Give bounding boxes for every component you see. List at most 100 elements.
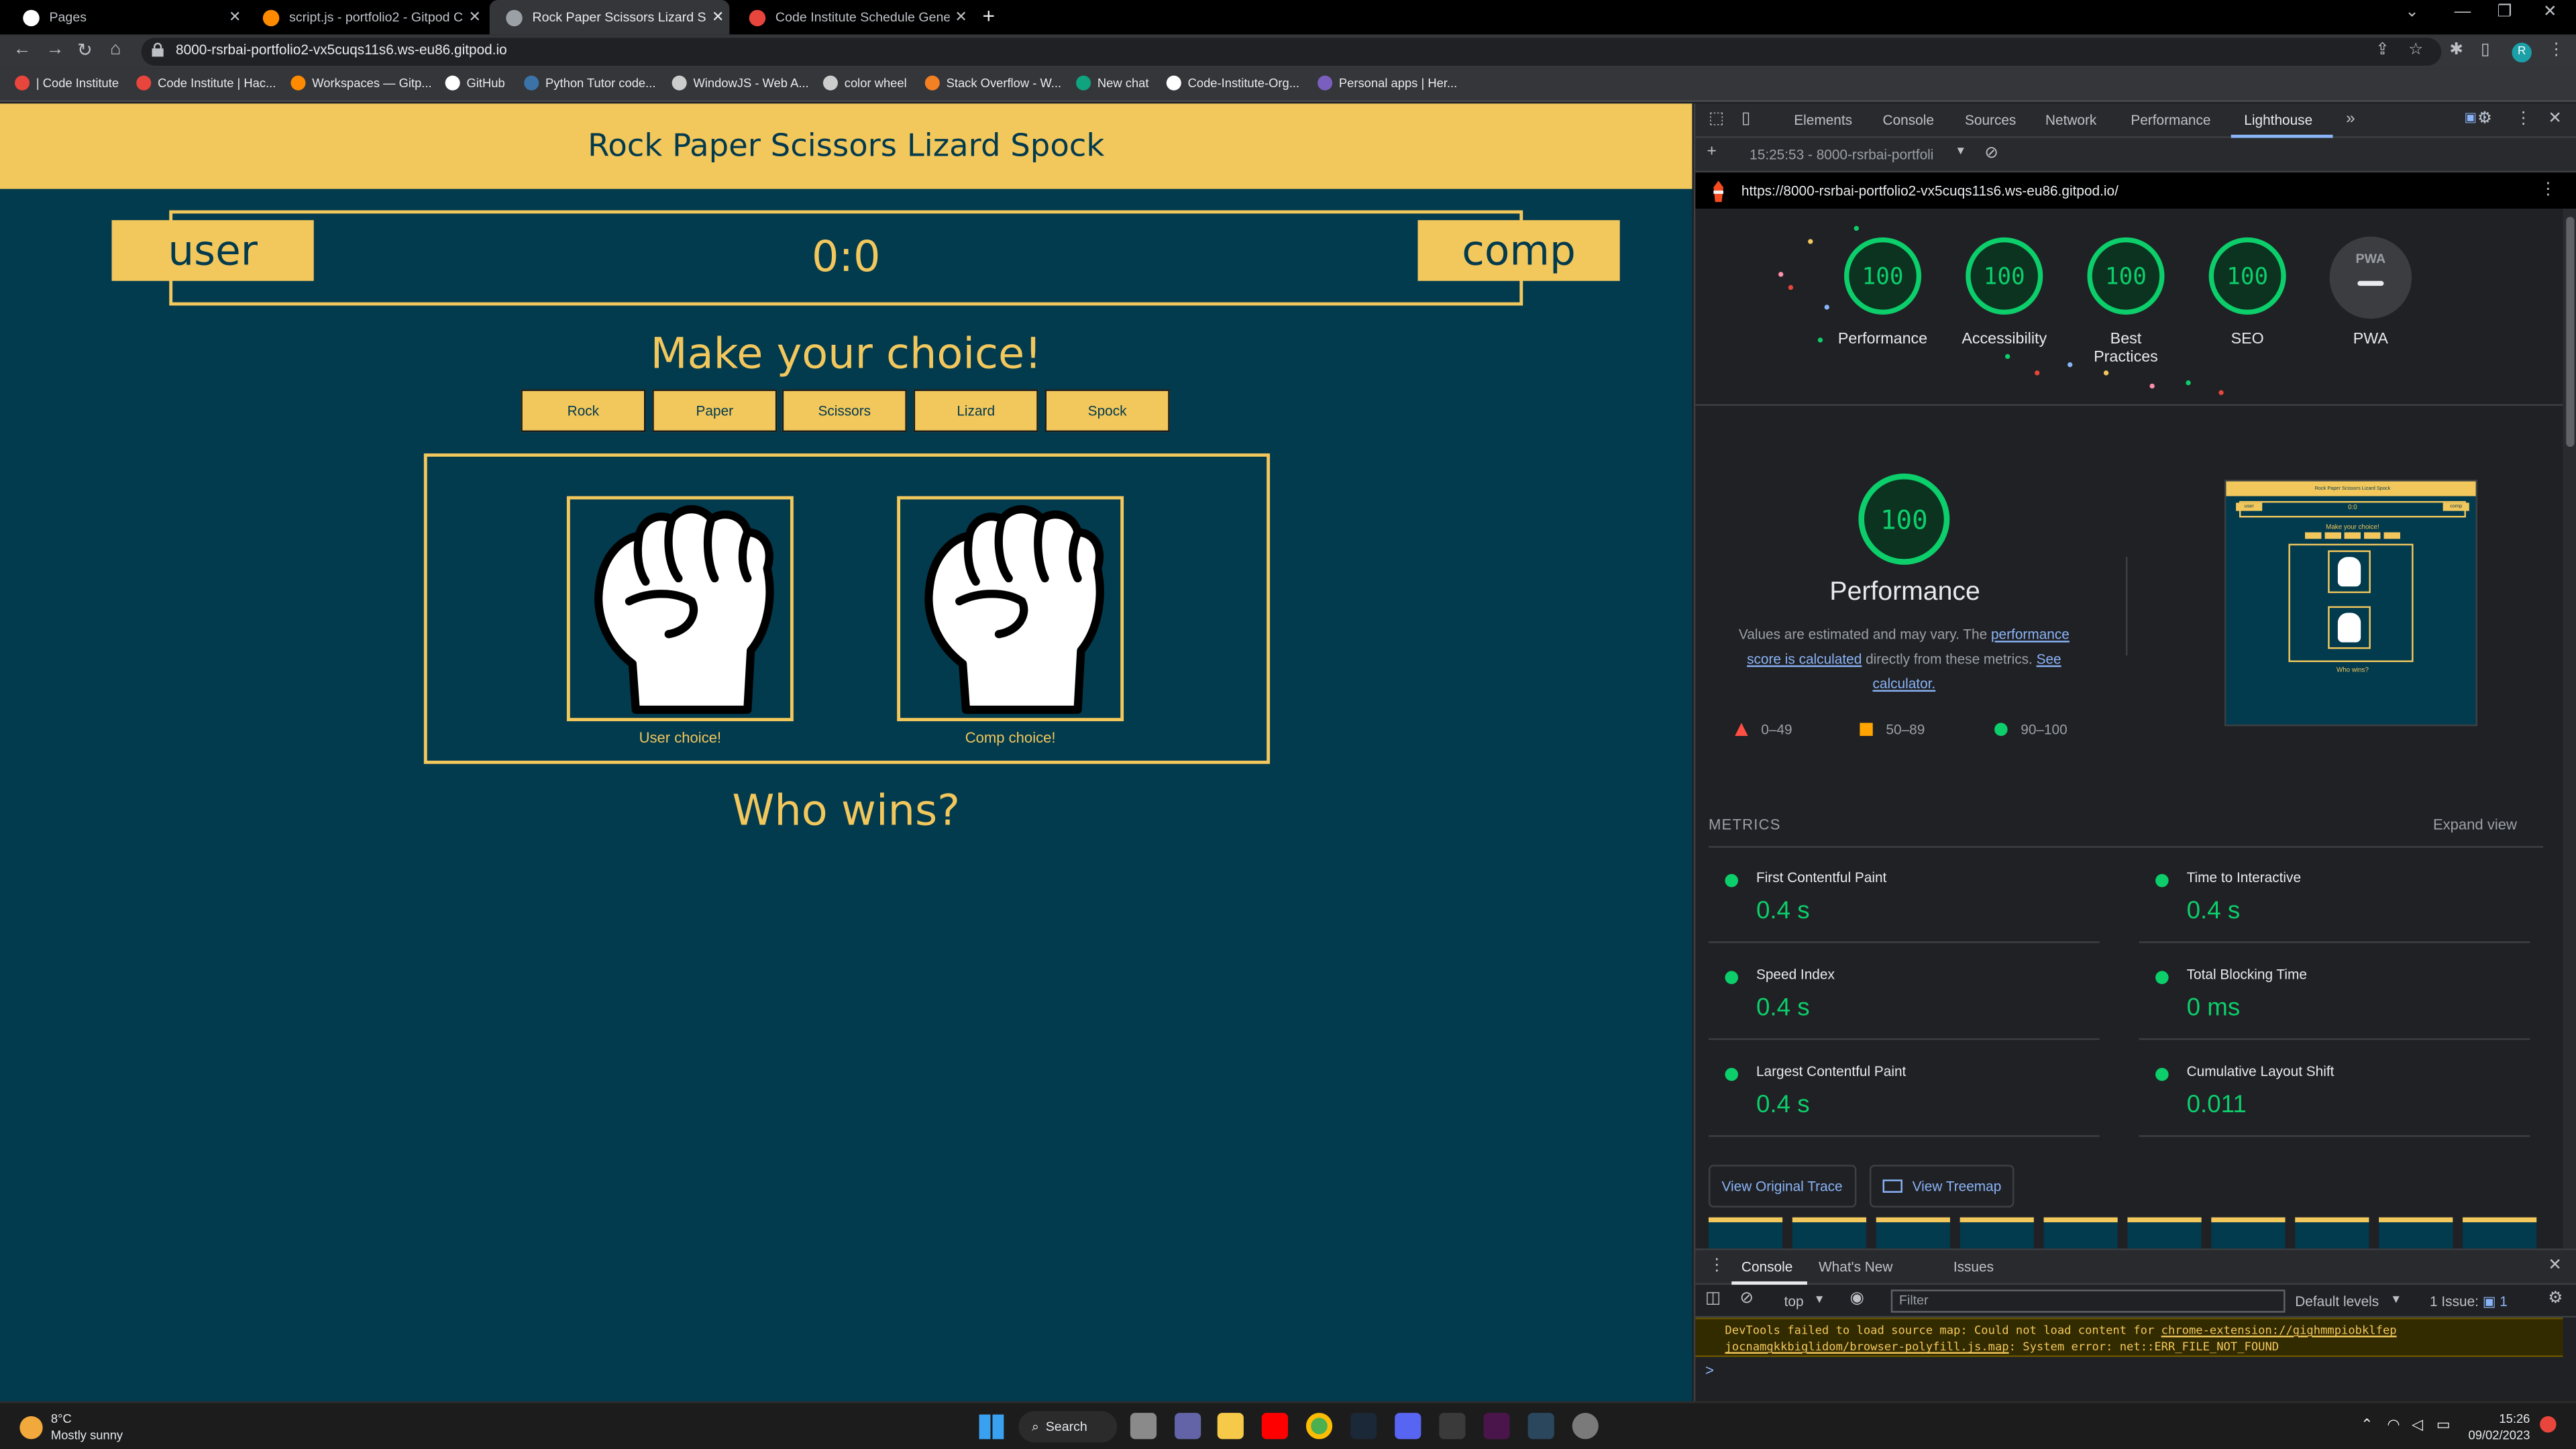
tray-overflow-icon[interactable]: ⌃ bbox=[2361, 1416, 2373, 1434]
sidebar-toggle-icon[interactable]: ◫ bbox=[1705, 1289, 1721, 1307]
slack-icon[interactable] bbox=[1483, 1413, 1510, 1440]
notification-badge-icon[interactable] bbox=[2540, 1416, 2557, 1433]
close-icon[interactable]: ✕ bbox=[950, 8, 973, 26]
close-icon[interactable]: ✕ bbox=[706, 8, 729, 26]
tab-network[interactable]: Network bbox=[2045, 112, 2096, 128]
report-selector[interactable]: 15:25:53 - 8000-rsrbai-portfoli bbox=[1750, 146, 1933, 162]
device-toolbar-icon[interactable]: ▯ bbox=[1741, 110, 1751, 128]
dropdown-arrow-icon[interactable]: ▼ bbox=[1814, 1295, 1825, 1306]
steam-icon[interactable] bbox=[1350, 1413, 1377, 1440]
dropdown-arrow-icon[interactable]: ▼ bbox=[1955, 146, 1966, 158]
gauge-best-practices[interactable]: 100 bbox=[2085, 235, 2167, 317]
more-options-icon[interactable]: ⋮ bbox=[2515, 110, 2531, 128]
browser-tab-rpsls[interactable]: Rock Paper Scissors Lizard Spock ✕ bbox=[489, 0, 730, 35]
drawer-tab-console[interactable]: Console bbox=[1741, 1258, 1792, 1275]
dropdown-arrow-icon[interactable]: ▼ bbox=[2390, 1295, 2402, 1306]
bookmark-item[interactable]: Code Institute | Hac... bbox=[136, 75, 276, 91]
bookmark-item[interactable]: Stack Overflow - W... bbox=[924, 75, 1061, 91]
settings-icon[interactable] bbox=[1572, 1413, 1599, 1440]
adobe-icon[interactable] bbox=[1439, 1413, 1466, 1440]
inspect-element-icon[interactable]: ⬚ bbox=[1709, 110, 1724, 128]
new-report-icon[interactable]: + bbox=[1707, 143, 1716, 161]
browser-tab-pages[interactable]: Pages ✕ bbox=[7, 0, 247, 34]
weather-widget[interactable]: 8°C Mostly sunny bbox=[51, 1411, 123, 1444]
profile-avatar[interactable]: R bbox=[2512, 42, 2532, 63]
bookmark-item[interactable]: WindowJS - Web A... bbox=[672, 75, 809, 91]
spock-button[interactable]: Spock bbox=[1044, 389, 1170, 433]
reload-icon[interactable]: ↻ bbox=[77, 40, 93, 60]
bookmark-item[interactable]: GitHub bbox=[445, 75, 505, 91]
drawer-tab-whats-new[interactable]: What's New bbox=[1819, 1258, 1892, 1275]
bookmark-item[interactable]: | Code Institute bbox=[15, 75, 119, 91]
gauge-seo[interactable]: 100 bbox=[2206, 235, 2288, 317]
back-icon[interactable]: ← bbox=[13, 40, 32, 59]
source-map-link[interactable]: chrome-extension://gighmmpiobklfep bbox=[2161, 1324, 2397, 1338]
lizard-button[interactable]: Lizard bbox=[913, 389, 1038, 433]
teams-chat-icon[interactable] bbox=[1175, 1413, 1201, 1440]
page-screenshot-thumbnail[interactable]: Rock Paper Scissors Lizard Spock user 0:… bbox=[2224, 480, 2478, 727]
battery-icon[interactable]: ▭ bbox=[2436, 1416, 2451, 1434]
close-icon[interactable]: ✕ bbox=[223, 8, 246, 26]
bookmark-item[interactable]: Personal apps | Her... bbox=[1318, 75, 1457, 91]
settings-gear-icon[interactable]: ⚙ bbox=[2477, 110, 2492, 128]
bookmark-item[interactable]: Python Tutor code... bbox=[524, 75, 655, 91]
tab-lighthouse[interactable]: Lighthouse bbox=[2244, 112, 2312, 128]
close-window-button[interactable]: ✕ bbox=[2543, 3, 2557, 21]
browser-tab-schedule[interactable]: Code Institute Schedule Generator ✕ bbox=[733, 0, 973, 34]
youtube-icon[interactable] bbox=[1261, 1413, 1289, 1440]
close-drawer-icon[interactable]: ✕ bbox=[2548, 1256, 2562, 1275]
restore-button[interactable]: ❐ bbox=[2497, 3, 2512, 21]
bookmark-item[interactable]: Code-Institute-Org... bbox=[1166, 75, 1299, 91]
bookmark-item[interactable]: New chat bbox=[1076, 75, 1148, 91]
console-settings-icon[interactable]: ⚙ bbox=[2548, 1289, 2563, 1307]
forward-icon[interactable]: → bbox=[46, 40, 64, 59]
tab-search-icon[interactable]: ⌄ bbox=[2405, 3, 2419, 21]
gauge-accessibility[interactable]: 100 bbox=[1964, 235, 2045, 317]
tab-performance[interactable]: Performance bbox=[2131, 112, 2210, 128]
console-prompt[interactable]: > bbox=[1705, 1362, 1714, 1378]
share-icon[interactable]: ⇪ bbox=[2375, 41, 2390, 59]
view-treemap-button[interactable]: View Treemap bbox=[1869, 1165, 2015, 1208]
bookmark-item[interactable]: color wheel bbox=[822, 75, 907, 91]
browser-tab-gitpod[interactable]: script.js - portfolio2 - Gitpod Code ✕ bbox=[246, 0, 486, 34]
windows-start-icon[interactable] bbox=[979, 1414, 1004, 1440]
discord-icon[interactable] bbox=[1395, 1413, 1421, 1440]
console-filter-input[interactable]: Filter bbox=[1890, 1289, 2286, 1313]
system-clock[interactable]: 15:26 09/02/2023 bbox=[2464, 1411, 2530, 1444]
bookmark-item[interactable]: Workspaces — Gitp... bbox=[290, 75, 432, 91]
report-scrollbar[interactable] bbox=[2563, 209, 2576, 1249]
report-url[interactable]: https://8000-rsrbai-portfolio2-vx5cuqs11… bbox=[1741, 182, 2118, 199]
tab-console[interactable]: Console bbox=[1883, 112, 1934, 128]
wifi-icon[interactable]: ◠ bbox=[2387, 1416, 2400, 1434]
steam-app-icon[interactable] bbox=[1527, 1413, 1554, 1440]
side-panel-icon[interactable]: ▯ bbox=[2481, 41, 2490, 59]
drawer-menu-icon[interactable]: ⋮ bbox=[1709, 1256, 1725, 1275]
tab-sources[interactable]: Sources bbox=[1965, 112, 2016, 128]
source-map-link[interactable]: jocnamgkkbiglidom/browser-polyfill.js.ma… bbox=[1725, 1340, 2008, 1354]
drawer-tab-issues[interactable]: Issues bbox=[1953, 1258, 1994, 1275]
menu-icon[interactable]: ⋮ bbox=[2548, 41, 2564, 59]
gauge-performance[interactable]: 100 bbox=[1841, 235, 1923, 317]
volume-icon[interactable]: ◁ bbox=[2412, 1416, 2423, 1434]
more-tabs-icon[interactable]: » bbox=[2346, 110, 2355, 128]
chrome-icon[interactable] bbox=[1305, 1413, 1333, 1440]
file-explorer-icon[interactable] bbox=[1217, 1413, 1244, 1440]
scrollbar-thumb[interactable] bbox=[2566, 217, 2575, 447]
tab-elements[interactable]: Elements bbox=[1794, 112, 1852, 128]
close-icon[interactable]: ✕ bbox=[464, 8, 486, 26]
paper-button[interactable]: Paper bbox=[652, 389, 777, 433]
issues-counter[interactable]: 1 Issue: ▣ 1 bbox=[2430, 1293, 2508, 1311]
task-view-icon[interactable] bbox=[1130, 1413, 1157, 1440]
log-levels-dropdown[interactable]: Default levels bbox=[2295, 1293, 2379, 1309]
clear-console-icon[interactable]: ⊘ bbox=[1739, 1289, 1754, 1307]
context-selector[interactable]: top bbox=[1784, 1293, 1804, 1309]
bookmark-star-icon[interactable]: ☆ bbox=[2408, 41, 2423, 59]
expand-view-toggle[interactable]: Expand view bbox=[2433, 816, 2517, 833]
report-menu-icon[interactable]: ⋮ bbox=[2540, 180, 2556, 199]
taskbar-search[interactable]: ⌕ Search bbox=[1018, 1411, 1118, 1443]
minimize-button[interactable]: — bbox=[2455, 3, 2471, 21]
pwa-badge-icon[interactable]: PWA bbox=[2329, 236, 2412, 319]
home-icon[interactable]: ⌂ bbox=[110, 40, 121, 59]
extensions-icon[interactable]: ✱ bbox=[2449, 41, 2463, 59]
weather-icon[interactable] bbox=[19, 1416, 43, 1440]
